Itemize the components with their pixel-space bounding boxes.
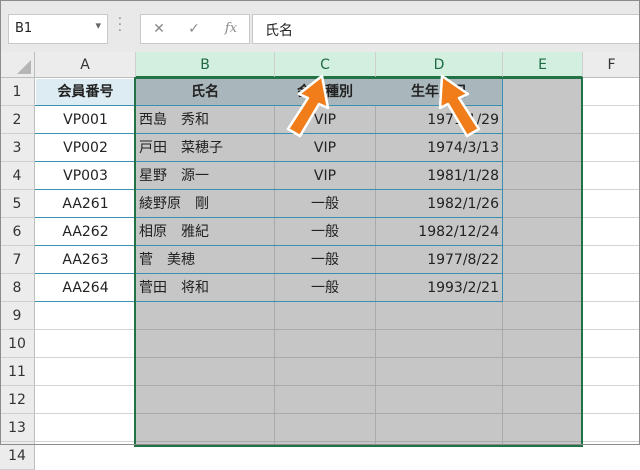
row-header-13[interactable]: 13: [0, 414, 35, 442]
column-header-b[interactable]: B: [136, 52, 275, 78]
table-cell[interactable]: VP002: [36, 134, 135, 162]
table-cell[interactable]: VIP: [275, 134, 375, 162]
cancel-icon[interactable]: ✕: [149, 19, 169, 39]
table-header-name[interactable]: 氏名: [136, 78, 274, 106]
formula-value: 氏名: [265, 23, 293, 39]
row-header-11[interactable]: 11: [0, 358, 35, 386]
table-cell[interactable]: 1993/2/21: [376, 274, 499, 302]
table-cell[interactable]: 1977/8/22: [376, 246, 499, 274]
row-header-12[interactable]: 12: [0, 386, 35, 414]
table-header-member-id[interactable]: 会員番号: [36, 78, 135, 106]
row-header-9[interactable]: 9: [0, 302, 35, 330]
table-cell[interactable]: 1974/3/13: [376, 134, 499, 162]
column-header-a[interactable]: A: [35, 52, 136, 78]
row-header-7[interactable]: 7: [0, 246, 35, 274]
table-cell[interactable]: 相原 雅紀: [139, 218, 273, 246]
table-cell[interactable]: 1982/1/26: [376, 190, 499, 218]
gridline: [135, 441, 582, 442]
table-border: [502, 78, 503, 302]
gridline: [135, 413, 582, 414]
chevron-down-icon[interactable]: ▾: [95, 19, 101, 32]
row-header-3[interactable]: 3: [0, 134, 35, 162]
row-header-6[interactable]: 6: [0, 218, 35, 246]
enter-icon[interactable]: ✓: [184, 19, 204, 39]
table-cell[interactable]: 星野 源一: [139, 162, 273, 190]
name-box-value: B1: [15, 21, 33, 36]
table-cell[interactable]: VIP: [275, 162, 375, 190]
table-cell[interactable]: 一般: [275, 274, 375, 302]
table-cell[interactable]: AA264: [36, 274, 135, 302]
table-cell[interactable]: 一般: [275, 218, 375, 246]
insert-function-icon[interactable]: fx: [221, 19, 241, 39]
table-cell[interactable]: VP003: [36, 162, 135, 190]
table-cell[interactable]: 戸田 菜穂子: [139, 134, 273, 162]
row-header-5[interactable]: 5: [0, 190, 35, 218]
formula-buttons: ✕ ✓ fx: [140, 14, 250, 44]
table-cell[interactable]: VP001: [36, 106, 135, 134]
row-header-2[interactable]: 2: [0, 106, 35, 134]
gridline: [135, 385, 582, 386]
table-cell[interactable]: 一般: [275, 190, 375, 218]
column-header-f[interactable]: F: [583, 52, 640, 78]
column-header-e[interactable]: E: [503, 52, 583, 78]
table-cell[interactable]: AA262: [36, 218, 135, 246]
table-cell[interactable]: 菅田 将和: [139, 274, 273, 302]
table-cell[interactable]: 西島 秀和: [139, 106, 273, 134]
gridline: [135, 357, 582, 358]
table-cell[interactable]: AA261: [36, 190, 135, 218]
name-box[interactable]: B1 ▾: [8, 14, 108, 44]
select-all-button[interactable]: [0, 52, 35, 78]
annotation-arrow-icon: [286, 74, 330, 138]
table-cell[interactable]: 綾野原 剛: [139, 190, 273, 218]
table-cell[interactable]: 一般: [275, 246, 375, 274]
table-cell[interactable]: AA263: [36, 246, 135, 274]
row-header-8[interactable]: 8: [0, 274, 35, 302]
gridline: [135, 329, 582, 330]
table-cell[interactable]: 菅 美穂: [139, 246, 273, 274]
spreadsheet-grid[interactable]: A B C D E F 1 2 3 4 5 6 7 8 9 10 11 12 1…: [0, 52, 640, 470]
table-cell[interactable]: 1982/12/24: [376, 218, 499, 246]
drag-handle-icon[interactable]: · · ·: [117, 13, 123, 38]
row-header-14[interactable]: 14: [0, 442, 35, 470]
row-header-1[interactable]: 1: [0, 78, 35, 106]
annotation-arrow-icon: [438, 74, 481, 138]
row-header-4[interactable]: 4: [0, 162, 35, 190]
formula-input[interactable]: 氏名: [252, 14, 640, 44]
row-header-10[interactable]: 10: [0, 330, 35, 358]
excel-window: B1 ▾ · · · ✕ ✓ fx 氏名 A B C D E F 1 2 3 4 5…: [0, 0, 640, 470]
table-cell[interactable]: 1981/1/28: [376, 162, 499, 190]
